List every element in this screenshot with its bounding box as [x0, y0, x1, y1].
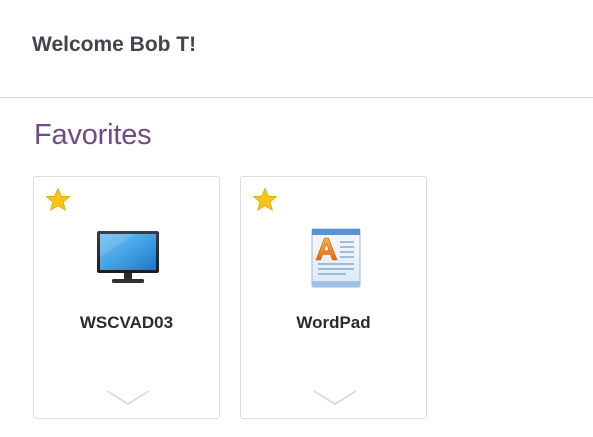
- favorite-star-icon[interactable]: [45, 187, 71, 213]
- chevron-down-icon[interactable]: [105, 388, 151, 408]
- header-bar: Welcome Bob T!: [0, 0, 593, 98]
- app-name-label: WordPad: [296, 313, 371, 332]
- app-tile-wscvad03[interactable]: WSCVAD03: [33, 176, 220, 419]
- favorite-star-icon[interactable]: [252, 187, 278, 213]
- wordpad-icon: [311, 228, 361, 288]
- desktop-monitor-icon: [97, 231, 159, 283]
- app-name-label: WSCVAD03: [79, 313, 174, 332]
- chevron-down-icon[interactable]: [312, 388, 358, 408]
- favorites-heading: Favorites: [34, 119, 152, 151]
- welcome-message: Welcome Bob T!: [32, 33, 197, 56]
- app-tile-wordpad[interactable]: WordPad: [240, 176, 427, 419]
